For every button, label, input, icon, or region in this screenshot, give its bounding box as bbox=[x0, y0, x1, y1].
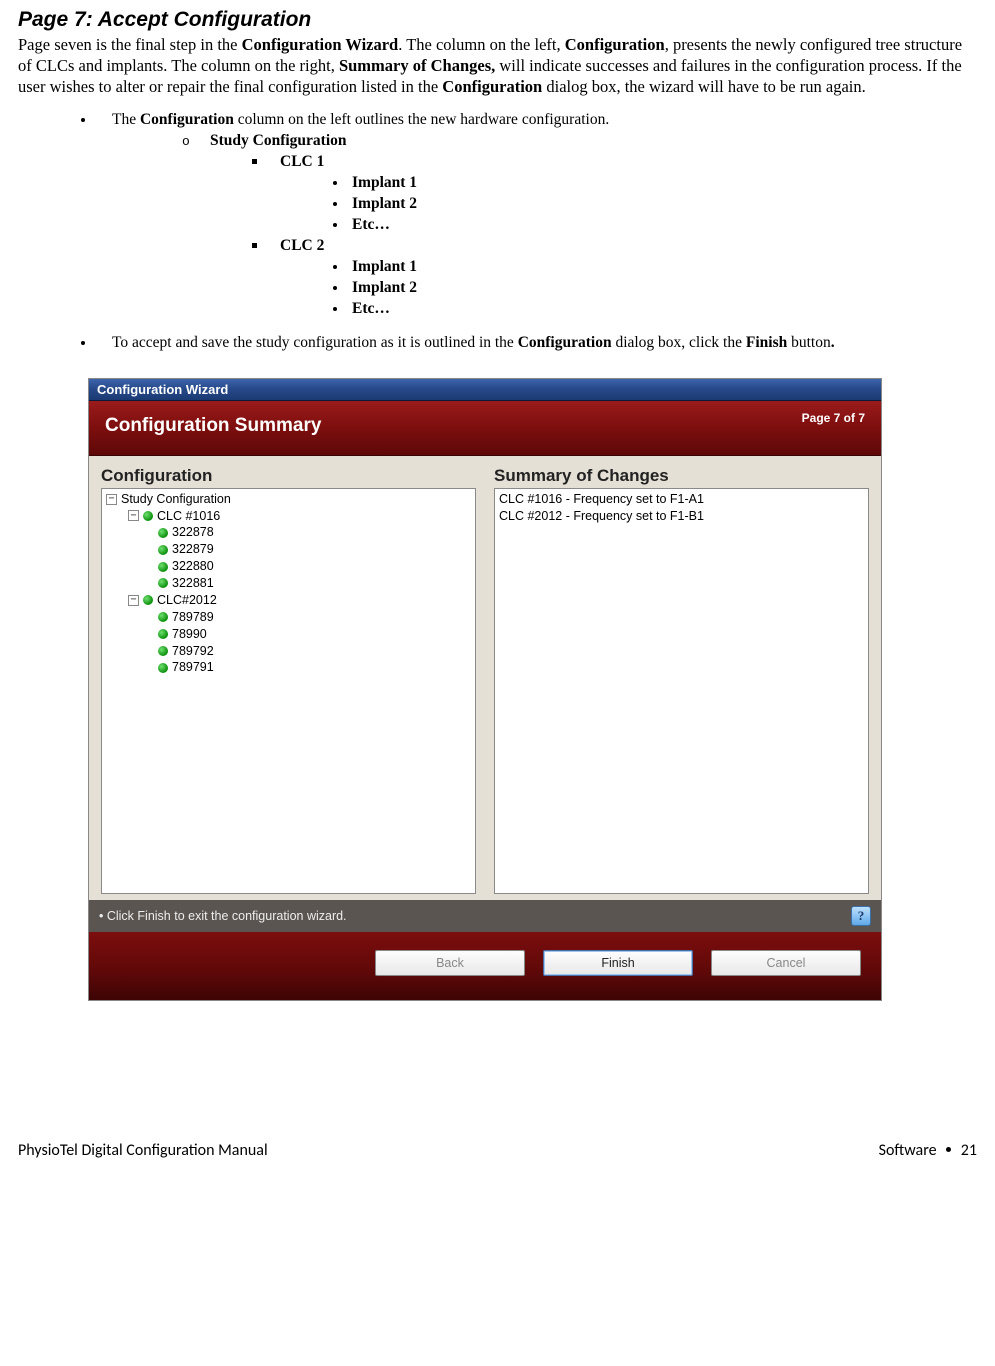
hint-bar: • Click Finish to exit the configuration… bbox=[89, 900, 881, 932]
banner: Configuration Summary Page 7 of 7 bbox=[89, 401, 881, 456]
tree-row[interactable]: 322879 bbox=[106, 541, 471, 558]
text-bold: Configuration bbox=[518, 334, 612, 351]
bullet-separator-icon bbox=[946, 1147, 951, 1152]
tree-label: CLC #1016 bbox=[157, 508, 220, 525]
text-bold: Summary of Changes, bbox=[339, 56, 495, 75]
column-title-summary: Summary of Changes bbox=[494, 466, 869, 486]
finish-button[interactable]: Finish bbox=[543, 950, 693, 976]
tree-row[interactable]: 789792 bbox=[106, 643, 471, 660]
collapse-icon[interactable]: − bbox=[128, 510, 139, 521]
text: dialog box, click the bbox=[612, 334, 746, 351]
text: To accept and save the study configurati… bbox=[112, 334, 518, 351]
tree-label: 322881 bbox=[172, 575, 214, 592]
tree-label: 322879 bbox=[172, 541, 214, 558]
tree-row[interactable]: 322881 bbox=[106, 575, 471, 592]
tree-row[interactable]: − CLC#2012 bbox=[106, 592, 471, 609]
leaf-item: Implant 1 bbox=[348, 173, 977, 194]
text-bold: CLC 1 bbox=[280, 153, 324, 170]
text-bold: Configuration bbox=[565, 35, 665, 54]
cancel-button[interactable]: Cancel bbox=[711, 950, 861, 976]
footer-left: PhysioTel Digital Configuration Manual bbox=[18, 1141, 268, 1160]
text: The bbox=[112, 111, 140, 128]
button-bar: Back Finish Cancel bbox=[89, 932, 881, 1000]
window-titlebar: Configuration Wizard bbox=[89, 379, 881, 401]
leaf-item: Implant 2 bbox=[348, 194, 977, 215]
page-title: Page 7: Accept Configuration bbox=[18, 8, 977, 32]
configuration-tree-panel[interactable]: − Study Configuration − CLC #1016 322878… bbox=[101, 488, 476, 894]
tree-row[interactable]: 789789 bbox=[106, 609, 471, 626]
tree-label: CLC#2012 bbox=[157, 592, 217, 609]
tree-row[interactable]: 78990 bbox=[106, 626, 471, 643]
tree-label: 789792 bbox=[172, 643, 214, 660]
leaf-item: Etc… bbox=[348, 299, 977, 320]
tree-label: 789789 bbox=[172, 609, 214, 626]
text-bold: . bbox=[831, 334, 835, 351]
text: dialog box, the wizard will have to be r… bbox=[542, 77, 866, 96]
text-bold: Configuration Wizard bbox=[242, 35, 399, 54]
sub-bullet-item: Study Configuration CLC 1 Implant 1 Impl… bbox=[182, 131, 977, 319]
banner-title: Configuration Summary bbox=[105, 415, 321, 437]
tree-row[interactable]: 322878 bbox=[106, 524, 471, 541]
sub-sub-item: CLC 1 Implant 1 Implant 2 Etc… bbox=[252, 152, 977, 236]
status-dot-icon bbox=[158, 612, 168, 622]
text-bold: Study Configuration bbox=[210, 132, 347, 149]
footer-right: Software 21 bbox=[879, 1141, 977, 1160]
text: column on the left outlines the new hard… bbox=[234, 111, 609, 128]
text: . The column on the left, bbox=[398, 35, 565, 54]
wizard-window: Configuration Wizard Configuration Summa… bbox=[88, 378, 882, 1001]
summary-line: CLC #2012 - Frequency set to F1-B1 bbox=[499, 508, 864, 525]
hint-text: • Click Finish to exit the configuration… bbox=[99, 909, 347, 923]
tree-label: Study Configuration bbox=[121, 491, 231, 508]
tree-row[interactable]: − CLC #1016 bbox=[106, 508, 471, 525]
text: Page seven is the final step in the bbox=[18, 35, 242, 54]
status-dot-icon bbox=[158, 545, 168, 555]
text-bold: CLC 2 bbox=[280, 237, 324, 254]
status-dot-icon bbox=[158, 528, 168, 538]
tree-row[interactable]: 789791 bbox=[106, 659, 471, 676]
bullet-item: The Configuration column on the left out… bbox=[96, 111, 977, 319]
collapse-icon[interactable]: − bbox=[106, 494, 117, 505]
status-dot-icon bbox=[143, 595, 153, 605]
tree-label: 78990 bbox=[172, 626, 207, 643]
help-icon[interactable]: ? bbox=[851, 906, 871, 926]
summary-panel[interactable]: CLC #1016 - Frequency set to F1-A1 CLC #… bbox=[494, 488, 869, 894]
status-dot-icon bbox=[158, 663, 168, 673]
leaf-item: Implant 1 bbox=[348, 257, 977, 278]
text-bold: Finish bbox=[746, 334, 787, 351]
leaf-item: Implant 2 bbox=[348, 278, 977, 299]
column-title-configuration: Configuration bbox=[101, 466, 476, 486]
banner-page-indicator: Page 7 of 7 bbox=[802, 411, 865, 425]
status-dot-icon bbox=[158, 629, 168, 639]
status-dot-icon bbox=[143, 511, 153, 521]
status-dot-icon bbox=[158, 646, 168, 656]
status-dot-icon bbox=[158, 562, 168, 572]
page-footer: PhysioTel Digital Configuration Manual S… bbox=[0, 1141, 995, 1160]
footer-section: Software bbox=[879, 1141, 937, 1160]
text: button bbox=[787, 334, 831, 351]
tree-label: 322878 bbox=[172, 524, 214, 541]
status-dot-icon bbox=[158, 578, 168, 588]
text-bold: Configuration bbox=[140, 111, 234, 128]
collapse-icon[interactable]: − bbox=[128, 595, 139, 606]
bullet-item: To accept and save the study configurati… bbox=[96, 334, 977, 352]
footer-page-number: 21 bbox=[961, 1141, 977, 1160]
intro-paragraph: Page seven is the final step in the Conf… bbox=[18, 34, 977, 97]
tree-row[interactable]: 322880 bbox=[106, 558, 471, 575]
leaf-item: Etc… bbox=[348, 215, 977, 236]
text-bold: Configuration bbox=[442, 77, 542, 96]
tree-label: 322880 bbox=[172, 558, 214, 575]
summary-line: CLC #1016 - Frequency set to F1-A1 bbox=[499, 491, 864, 508]
back-button[interactable]: Back bbox=[375, 950, 525, 976]
sub-sub-item: CLC 2 Implant 1 Implant 2 Etc… bbox=[252, 236, 977, 320]
wizard-content: Configuration − Study Configuration − CL… bbox=[89, 456, 881, 900]
tree-row[interactable]: − Study Configuration bbox=[106, 491, 471, 508]
tree-label: 789791 bbox=[172, 659, 214, 676]
